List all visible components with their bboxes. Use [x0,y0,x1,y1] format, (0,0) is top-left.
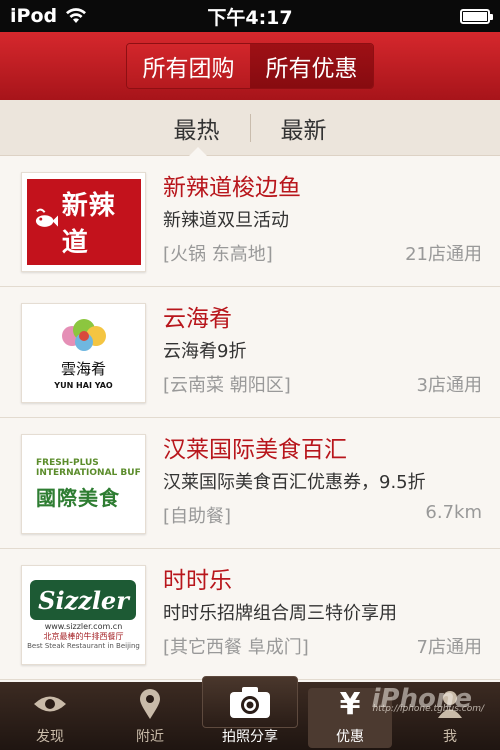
segment-all-group-buys[interactable]: 所有团购 [127,44,250,88]
deal-category: [云南菜 朝阳区] [163,375,291,396]
bottom-tab-bar: 发现 附近 拍照分享 ¥ 优惠 我 iPhone http://iphone.t… [0,676,500,750]
deal-item[interactable]: Sizzler www.sizzler.com.cn 北京最棒的牛排西餐厅 Be… [0,549,500,680]
deal-store-count: 7店通用 [416,637,482,658]
tab-photo-share[interactable]: 拍照分享 [200,676,300,750]
deal-title: 新辣道梭边鱼 [163,175,301,201]
merchant-logo: FRESH-PLUS INTERNATIONAL BUF 國際美食 [21,434,146,534]
header-bar: 所有团购 所有优惠 [0,32,500,100]
deal-category: [火锅 东高地] [163,244,273,265]
tab-nearby[interactable]: 附近 [100,682,200,750]
tab-label: 优惠 [336,729,364,745]
deal-description: 汉莱国际美食百汇优惠券，9.5折 [163,472,426,493]
deal-category: [其它西餐 阜成门] [163,637,309,658]
tab-label: 发现 [36,729,64,745]
sort-tabs: 最热 最新 [0,100,500,156]
tab-label: 附近 [136,729,164,745]
deal-description: 新辣道双旦活动 [163,210,289,231]
wifi-icon [66,8,87,23]
deal-distance: 6.7km [425,502,482,523]
logo-line-2: INTERNATIONAL BUF [36,467,141,478]
deal-description: 时时乐招牌组合周三特价享用 [163,603,397,624]
deal-store-count: 3店通用 [416,375,482,396]
tab-label: 我 [443,729,457,745]
cloud-flower-emblem-icon [61,319,106,351]
deal-list: 新辣道 新辣道梭边鱼 新辣道双旦活动 [火锅 东高地] 21店通用 雲海肴 YU… [0,156,500,682]
logo-text: 雲海肴 [60,360,106,378]
status-bar: iPod 下午4:17 [0,0,500,32]
camera-icon [230,687,270,718]
logo-subtext: YUN HAI YAO [54,381,113,390]
logo-line-1: FRESH-PLUS [36,457,99,468]
logo-text: Sizzler [38,585,129,615]
battery-icon [460,8,493,24]
deal-type-segmented-control: 所有团购 所有优惠 [126,43,374,89]
watermark-url: http://iphone.tgbus.com/ [372,704,484,714]
deal-title: 汉莱国际美食百汇 [163,437,347,463]
deal-category: [自助餐] [163,506,232,527]
deal-store-count: 21店通用 [405,244,482,265]
carrier-label: iPod [10,5,58,27]
deal-item[interactable]: FRESH-PLUS INTERNATIONAL BUF 國際美食 汉莱国际美食… [0,418,500,549]
tab-discover[interactable]: 发现 [0,682,100,750]
eye-icon [34,696,66,712]
logo-tagline-cn: 北京最棒的牛排西餐厅 [43,632,124,641]
deal-description: 云海肴9折 [163,341,247,362]
tab-newest[interactable]: 最新 [251,111,357,145]
logo-text: 新辣道 [61,191,116,258]
tab-label: 拍照分享 [222,729,278,745]
segment-all-discounts[interactable]: 所有优惠 [250,44,373,88]
sizzler-badge: Sizzler [30,580,137,620]
deal-title: 时时乐 [163,568,232,594]
active-tab-indicator [189,147,207,156]
tab-hottest[interactable]: 最热 [144,111,250,145]
merchant-logo: Sizzler www.sizzler.com.cn 北京最棒的牛排西餐厅 Be… [21,565,146,665]
yen-icon: ¥ [339,686,361,722]
deal-item[interactable]: 雲海肴 YUN HAI YAO 云海肴 云海肴9折 [云南菜 朝阳区] 3店通用 [0,287,500,418]
merchant-logo: 雲海肴 YUN HAI YAO [21,303,146,403]
location-pin-icon [140,689,160,719]
fish-icon [35,208,58,227]
merchant-logo: 新辣道 [21,172,146,272]
logo-tagline-en: Best Steak Restaurant in Beijing [27,642,140,650]
deal-item[interactable]: 新辣道 新辣道梭边鱼 新辣道双旦活动 [火锅 东高地] 21店通用 [0,156,500,287]
camera-button[interactable] [202,676,298,728]
logo-text: 國際美食 [36,485,120,510]
deal-title: 云海肴 [163,306,232,332]
logo-url: www.sizzler.com.cn [44,622,123,631]
